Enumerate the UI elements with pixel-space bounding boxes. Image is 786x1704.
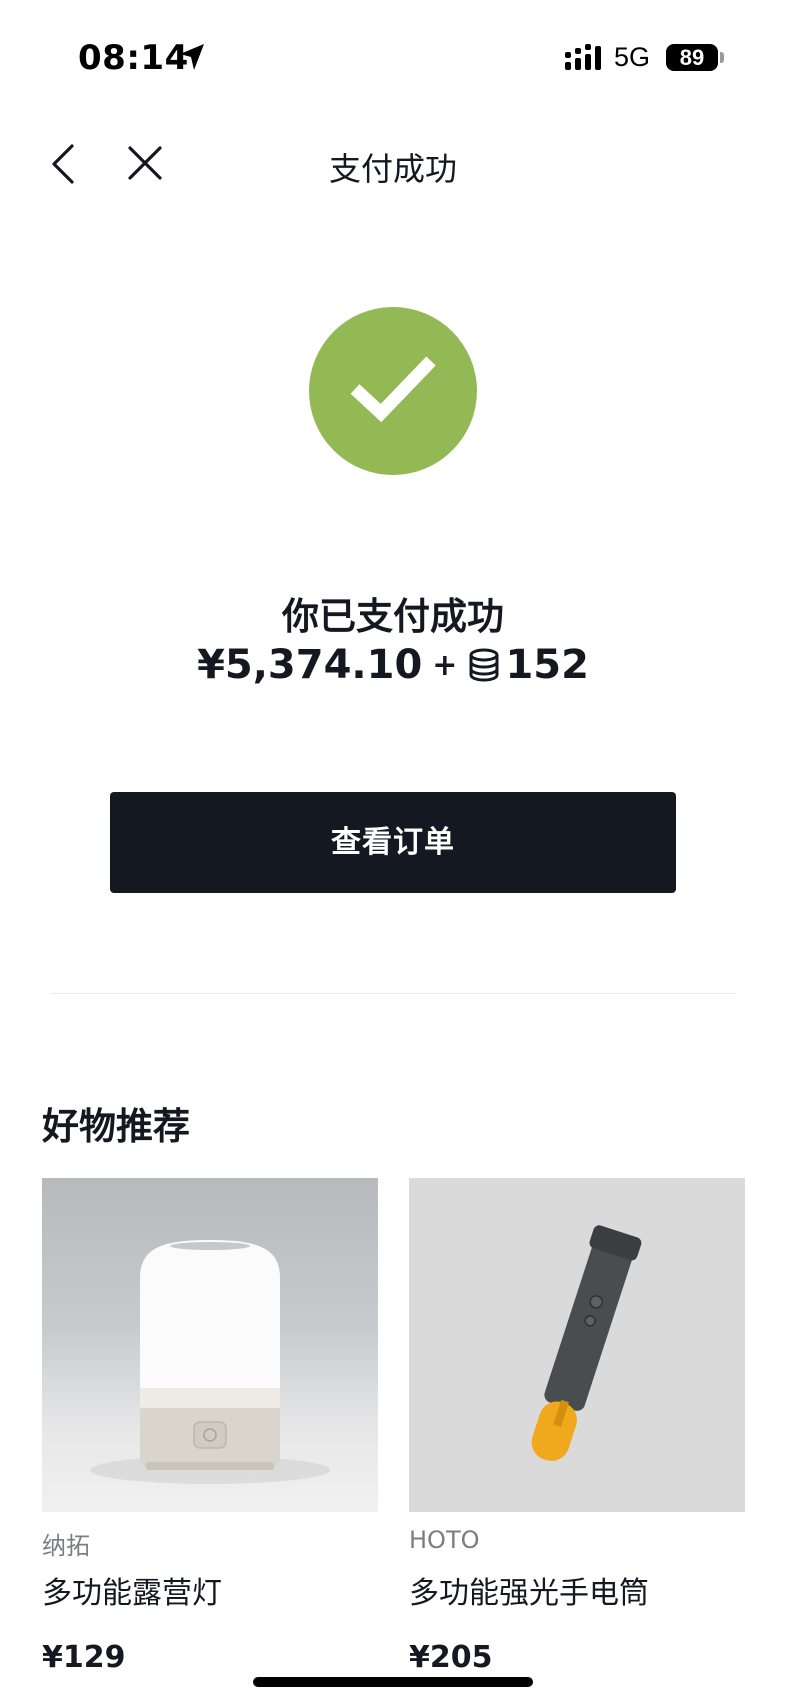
product-name: 多功能露营灯 <box>42 1576 222 1611</box>
location-arrow-icon <box>180 44 204 70</box>
product-brand: HOTO <box>409 1526 480 1554</box>
camping-lamp-illustration <box>90 1240 330 1484</box>
coin-stack-icon <box>469 648 499 682</box>
payment-amount: ¥5,374.10 + 152 <box>0 640 786 688</box>
product-price: ¥129 <box>42 1640 126 1675</box>
battery-indicator: 89 <box>666 44 718 71</box>
currency-symbol: ¥ <box>197 642 225 688</box>
plus-sign: + <box>432 647 458 683</box>
product-card-camping-lamp[interactable]: 纳拓 多功能露营灯 ¥129 <box>42 1178 378 1675</box>
product-image-camping-lamp <box>42 1178 378 1512</box>
product-name: 多功能强光手电筒 <box>409 1576 649 1611</box>
recommend-title: 好物推荐 <box>42 1105 190 1148</box>
payment-success-message: 你已支付成功 <box>282 595 504 638</box>
battery-tip <box>720 52 724 63</box>
signal-icon <box>565 44 601 70</box>
divider <box>50 993 736 994</box>
network-type: 5G <box>614 42 651 72</box>
flashlight-illustration <box>531 1225 642 1461</box>
product-price: ¥205 <box>409 1640 493 1675</box>
product-brand: 纳拓 <box>42 1532 90 1560</box>
amount-value: 5,374.10 <box>224 642 423 688</box>
page-title: 支付成功 <box>328 150 457 188</box>
product-card-flashlight[interactable]: HOTO 多功能强光手电筒 ¥205 <box>409 1178 745 1675</box>
status-bar: 08:14 5G 89 <box>0 0 786 116</box>
view-order-button[interactable]: 查看订单 <box>110 792 676 893</box>
coins-value: 152 <box>505 642 589 688</box>
success-badge <box>309 307 477 475</box>
status-time: 08:14 <box>78 38 189 78</box>
product-image-flashlight <box>409 1178 745 1512</box>
checkmark-icon <box>350 356 436 423</box>
home-indicator[interactable] <box>253 1677 533 1687</box>
